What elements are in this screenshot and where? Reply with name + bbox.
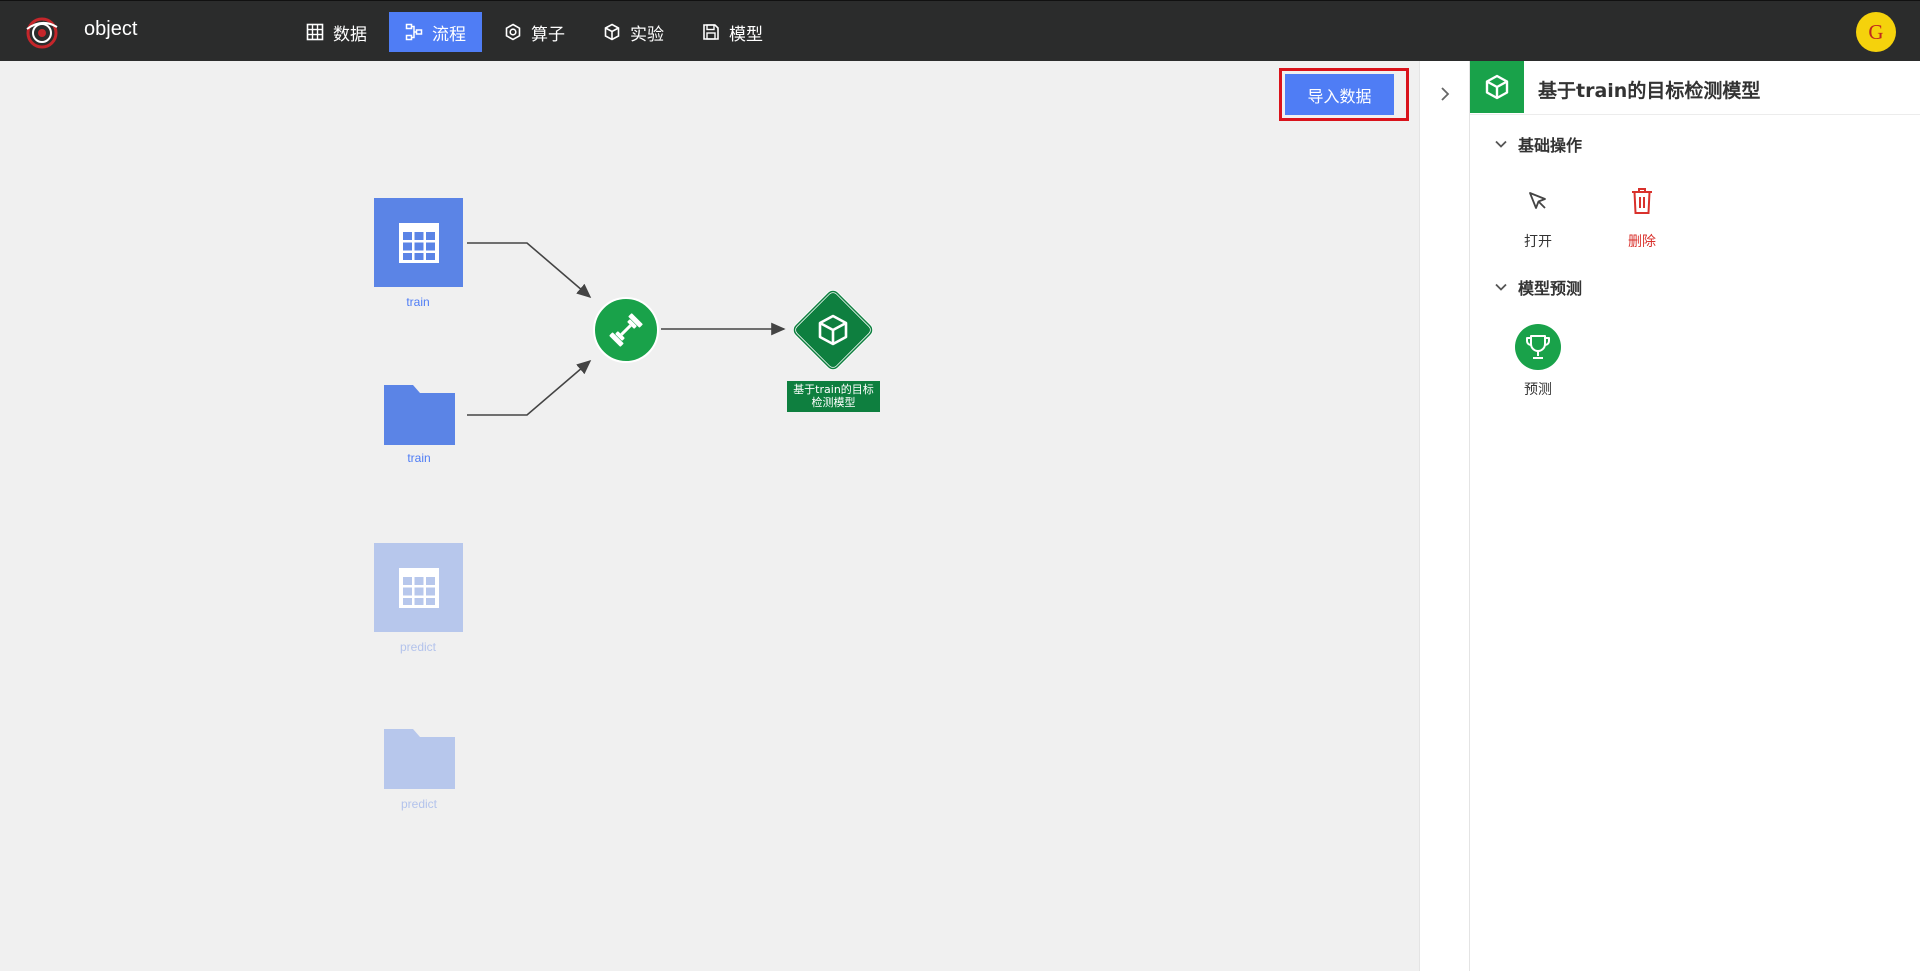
nav-label: 算子 bbox=[531, 24, 565, 45]
top-nav-bar: object 数据 流程 算子 实验 模型 G bbox=[0, 0, 1920, 61]
nav-operator[interactable]: 算子 bbox=[488, 12, 581, 52]
train-table-label: train bbox=[406, 295, 430, 309]
properties-panel: 基于train的目标检测模型 基础操作 打开 删除 模型预测 预测 bbox=[1470, 61, 1920, 971]
chevron-right-icon[interactable] bbox=[1435, 84, 1455, 104]
panel-collapse-strip bbox=[1419, 61, 1470, 971]
grid-icon bbox=[306, 23, 324, 41]
delete-action[interactable]: 删除 bbox=[1607, 181, 1677, 251]
model-caption-line: 检测模型 bbox=[811, 396, 856, 409]
predict-table-label: predict bbox=[399, 640, 437, 654]
app-logo-icon[interactable] bbox=[22, 12, 62, 52]
table-icon bbox=[398, 222, 439, 263]
nav-label: 模型 bbox=[729, 24, 763, 45]
train-operator-node[interactable] bbox=[592, 296, 660, 364]
predict-table-node[interactable] bbox=[374, 543, 463, 632]
train-folder-label: train bbox=[407, 451, 431, 465]
flow-canvas[interactable] bbox=[0, 61, 1419, 971]
trophy-icon bbox=[1515, 324, 1561, 370]
nav-label: 数据 bbox=[333, 24, 367, 45]
panel-header: 基于train的目标检测模型 bbox=[1470, 61, 1920, 115]
cube-icon bbox=[604, 23, 620, 41]
action-label: 预测 bbox=[1524, 382, 1552, 398]
trash-icon bbox=[1632, 188, 1652, 214]
nav-label: 流程 bbox=[432, 24, 466, 45]
nav-experiment[interactable]: 实验 bbox=[587, 12, 680, 52]
app-title: object bbox=[84, 18, 138, 40]
model-node[interactable] bbox=[787, 284, 879, 376]
model-caption-line: 基于train的目标 bbox=[793, 383, 874, 396]
section-title: 基础操作 bbox=[1518, 136, 1583, 155]
cube-icon bbox=[1485, 74, 1509, 100]
cursor-icon bbox=[1529, 192, 1546, 209]
predict-folder-node[interactable] bbox=[383, 727, 456, 790]
section-model-predict[interactable]: 模型预测 bbox=[1494, 275, 1582, 299]
flow-icon bbox=[405, 23, 423, 41]
nav-label: 实验 bbox=[630, 24, 664, 45]
save-icon bbox=[703, 24, 719, 40]
action-label: 打开 bbox=[1524, 234, 1552, 250]
import-data-button[interactable]: 导入数据 bbox=[1285, 74, 1394, 115]
model-node-caption: 基于train的目标 检测模型 bbox=[787, 381, 880, 412]
predict-action[interactable]: 预测 bbox=[1503, 323, 1573, 399]
chevron-down-icon bbox=[1495, 140, 1507, 148]
predict-folder-label: predict bbox=[400, 797, 438, 811]
hexagon-icon bbox=[505, 23, 521, 41]
user-avatar[interactable]: G bbox=[1856, 12, 1896, 52]
train-table-node[interactable] bbox=[374, 198, 463, 287]
train-folder-node[interactable] bbox=[383, 383, 456, 446]
table-icon bbox=[398, 567, 439, 608]
panel-title: 基于train的目标检测模型 bbox=[1538, 80, 1761, 102]
nav-flow[interactable]: 流程 bbox=[389, 12, 482, 52]
section-basic-ops[interactable]: 基础操作 bbox=[1494, 132, 1582, 156]
panel-model-icon bbox=[1470, 61, 1524, 113]
main-nav: 数据 流程 算子 实验 模型 bbox=[290, 12, 779, 52]
open-action[interactable]: 打开 bbox=[1503, 181, 1573, 251]
nav-model[interactable]: 模型 bbox=[686, 12, 779, 52]
nav-data[interactable]: 数据 bbox=[290, 12, 383, 52]
chevron-down-icon bbox=[1495, 283, 1507, 291]
action-label: 删除 bbox=[1628, 234, 1656, 250]
section-title: 模型预测 bbox=[1518, 279, 1583, 298]
